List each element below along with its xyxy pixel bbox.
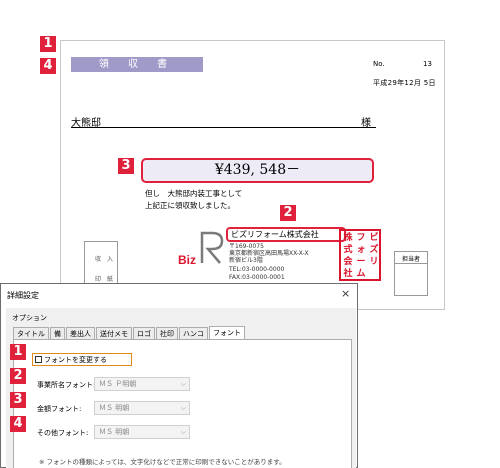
company-name: ビズリフォーム株式会社 (226, 227, 346, 242)
dialog-body: オプション タイトル 備 差出人 送付メモ ロゴ 社印 ハンコ フォント フォン… (6, 308, 356, 468)
receipt-number: 13 (423, 60, 432, 68)
receipt-note-line1: 但し 大熊邸内装工事として (145, 189, 243, 198)
seal-char: ム (356, 269, 366, 279)
seal-char: フ (356, 233, 366, 243)
options-tabs: タイトル 備 差出人 送付メモ ロゴ 社印 ハンコ フォント (13, 326, 246, 340)
badge-3: 3 (118, 158, 134, 174)
options-group-label: オプション (12, 314, 47, 322)
address-line: 〒169-0075 (229, 243, 264, 250)
office-name-font-label: 事業所名フォント: (37, 381, 96, 389)
badge-2: 2 (280, 205, 296, 221)
seal-char: ズ (369, 245, 379, 255)
chevron-down-icon: ⌵ (180, 404, 186, 412)
tab-font[interactable]: フォント (209, 326, 245, 340)
badge-4: 4 (40, 58, 56, 74)
chevron-down-icon: ⌵ (180, 428, 186, 436)
dialog-title: 詳細設定 (7, 291, 39, 300)
seal-char: 株 (343, 233, 353, 243)
detail-settings-dialog: 詳細設定 × オプション タイトル 備 差出人 送付メモ ロゴ 社印 ハンコ フ… (0, 283, 358, 468)
logo-text: Biz (178, 253, 196, 267)
change-font-checkbox[interactable] (35, 356, 42, 363)
font-tab-panel: フォントを変更する 事業所名フォント: ＭＳ Ｐ明朝 ⌵ 金額フォント: ＭＳ … (13, 339, 352, 468)
amount-font-label: 金額フォント: (37, 405, 82, 413)
receipt-note-line2: 上記正に領収致しました。 (145, 201, 235, 210)
revenue-stamp-line2: 印 紙 (95, 276, 114, 283)
receipt-title: 領 収 書 (71, 57, 203, 72)
badge-other-font: 4 (10, 416, 26, 432)
seal-char: 式 (343, 245, 353, 255)
seal-char: 社 (343, 269, 353, 279)
font-warning-note: ※ フォントの種類によっては、文字化けなどで正常に印刷できないことがあります。 (39, 458, 286, 466)
address-line: FAX:03-0000-0001 (229, 274, 285, 281)
badge-office-font: 2 (10, 368, 26, 384)
address-line: 新宿ビル3階 (229, 257, 263, 264)
seal-char: 会 (343, 257, 353, 267)
office-name-font-select[interactable]: ＭＳ Ｐ明朝 ⌵ (94, 377, 190, 391)
company-logo: Biz (178, 231, 224, 267)
address-line: TEL:03-0000-0000 (229, 266, 285, 273)
seal-char: リ (369, 257, 379, 267)
chevron-down-icon: ⌵ (180, 380, 186, 388)
change-font-label: フォントを変更する (44, 355, 107, 364)
receipt-amount: ¥439, 548－ (141, 158, 374, 183)
other-font-label: その他フォント: (37, 429, 89, 437)
seal-char: ー (356, 257, 366, 267)
person-in-charge-label: 担当者 (395, 254, 427, 264)
company-seal: ビ ズ リ フ ォ ー ム 株 式 会 社 (339, 229, 381, 281)
receipt-number-label: No. (373, 60, 385, 68)
receipt-preview: 領 収 書 No. 13 平成29年12月 5日 大熊邸 様 ¥439, 548… (60, 40, 445, 310)
address-line: 東京都新宿区高田馬場XX-X-X (229, 250, 309, 257)
change-font-checkbox-row[interactable]: フォントを変更する (32, 353, 132, 366)
badge-amount-font: 3 (10, 392, 26, 408)
receipt-date: 平成29年12月 5日 (373, 79, 436, 87)
person-in-charge-box: 担当者 (394, 251, 428, 296)
seal-char: ビ (369, 233, 379, 243)
amount-font-select[interactable]: ＭＳ 明朝 ⌵ (94, 401, 190, 415)
addressee-underline (71, 127, 376, 128)
office-name-font-value: ＭＳ Ｐ明朝 (99, 380, 137, 388)
badge-1: 1 (40, 36, 56, 52)
other-font-select[interactable]: ＭＳ 明朝 ⌵ (94, 425, 190, 439)
badge-checkbox: 1 (10, 344, 26, 360)
revenue-stamp-line1: 収 入 (95, 256, 114, 263)
seal-char: ォ (356, 245, 366, 255)
amount-font-value: ＭＳ 明朝 (99, 404, 130, 412)
close-icon[interactable]: × (341, 287, 350, 300)
other-font-value: ＭＳ 明朝 (99, 428, 130, 436)
